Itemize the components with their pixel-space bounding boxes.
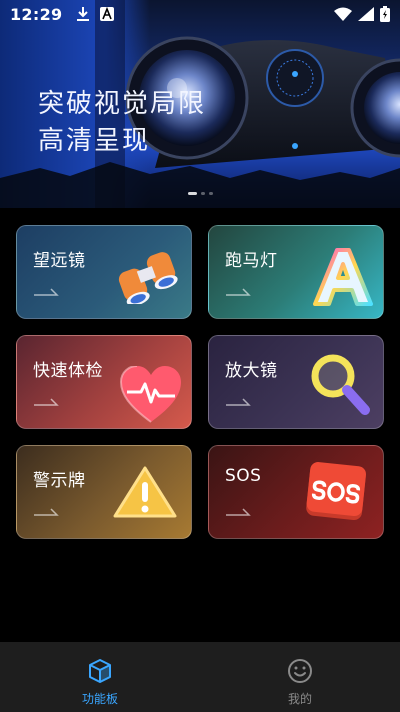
feature-card-label: 快速体检: [33, 361, 103, 381]
arrow-right-icon: [226, 508, 251, 516]
cube-icon: [89, 659, 111, 683]
feature-card-telescope[interactable]: 望远镜: [16, 225, 192, 319]
arrow-right-icon: [226, 398, 251, 406]
feature-card-label: SOS: [225, 466, 262, 486]
status-bar: 12:29: [0, 0, 400, 28]
hero-title-line2: 高清呈现: [38, 126, 151, 156]
feature-card-marquee[interactable]: 跑马灯: [208, 225, 384, 319]
arrow-right-icon: [226, 288, 251, 296]
status-time: 12:29: [10, 4, 63, 24]
nav-tab-mine[interactable]: 我的: [200, 642, 400, 712]
feature-card-label: 警示牌: [33, 471, 86, 491]
feature-card-warning-sign[interactable]: 警示牌: [16, 445, 192, 539]
feature-card-label: 望远镜: [33, 251, 86, 271]
hero-title: 突破视觉局限 高清呈现: [38, 86, 206, 160]
hero-pager-dot-2[interactable]: [201, 192, 205, 195]
hero-pager[interactable]: [188, 192, 213, 195]
sos-sign-icon: [306, 462, 366, 520]
font-a-icon: [100, 7, 115, 21]
neon-letter-a-icon: [313, 248, 373, 306]
battery-icon: [380, 6, 390, 22]
signal-icon: [358, 7, 374, 21]
binoculars-icon: [118, 252, 178, 304]
nav-tab-function-board[interactable]: 功能板: [0, 642, 200, 712]
magnifier-icon: [311, 354, 370, 415]
bottom-nav: 功能板 我的: [0, 642, 400, 712]
download-icon: [77, 7, 90, 21]
smiley-icon: [288, 659, 312, 683]
arrow-right-icon: [34, 288, 59, 296]
nav-tab-label: 功能板: [81, 692, 118, 706]
hero-title-line1: 突破视觉局限: [38, 89, 207, 119]
feature-card-sos[interactable]: SOS: [208, 445, 384, 539]
hero-pager-dot-1[interactable]: [188, 192, 197, 195]
feature-card-label: 跑马灯: [225, 251, 278, 271]
hero-banner[interactable]: 突破视觉局限 高清呈现: [0, 0, 400, 208]
hero-pager-dot-3[interactable]: [209, 192, 213, 195]
arrow-right-icon: [34, 508, 59, 516]
heart-pulse-icon: [119, 366, 181, 423]
feature-card-label: 放大镜: [225, 361, 278, 381]
wifi-icon: [334, 7, 352, 21]
warning-sign-icon: [113, 466, 177, 518]
feature-card-magnifier[interactable]: 放大镜: [208, 335, 384, 429]
nav-tab-label: 我的: [287, 692, 312, 706]
arrow-right-icon: [34, 398, 59, 406]
feature-card-health-check[interactable]: 快速体检: [16, 335, 192, 429]
